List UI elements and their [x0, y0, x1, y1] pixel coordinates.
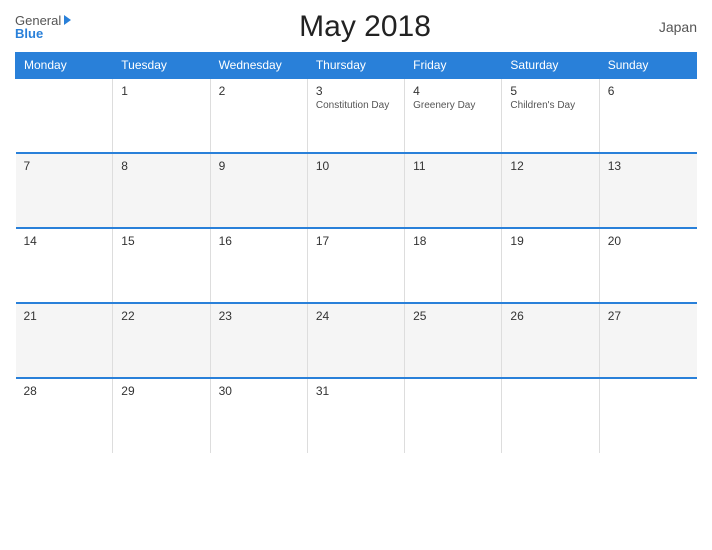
day-number: 21 [24, 309, 105, 323]
calendar-cell: 2 [210, 78, 307, 153]
calendar-cell: 19 [502, 228, 599, 303]
day-number: 6 [608, 84, 689, 98]
day-number: 3 [316, 84, 396, 98]
calendar-cell: 16 [210, 228, 307, 303]
calendar-cell [502, 378, 599, 453]
day-number: 31 [316, 384, 396, 398]
calendar-cell: 11 [405, 153, 502, 228]
calendar-table: MondayTuesdayWednesdayThursdayFridaySatu… [15, 52, 697, 453]
day-number: 29 [121, 384, 201, 398]
calendar-cell [599, 378, 696, 453]
day-number: 8 [121, 159, 201, 173]
day-number: 16 [219, 234, 299, 248]
logo: General Blue [15, 14, 71, 40]
holiday-label: Constitution Day [316, 100, 396, 111]
calendar-week-row: 21 22 23 24 25 26 27 [16, 303, 697, 378]
holiday-label: Children's Day [510, 100, 590, 111]
calendar-cell: 31 [307, 378, 404, 453]
calendar-week-row: 14 15 16 17 18 19 20 [16, 228, 697, 303]
calendar-cell: 15 [113, 228, 210, 303]
calendar-week-row: 7 8 9 10 11 12 13 [16, 153, 697, 228]
calendar-cell: 1 [113, 78, 210, 153]
day-number: 11 [413, 159, 493, 173]
day-number: 1 [121, 84, 201, 98]
calendar-cell: 22 [113, 303, 210, 378]
logo-triangle-icon [64, 15, 71, 25]
calendar-cell: 8 [113, 153, 210, 228]
day-number: 2 [219, 84, 299, 98]
day-number: 14 [24, 234, 105, 248]
day-number: 19 [510, 234, 590, 248]
calendar-cell: 27 [599, 303, 696, 378]
day-number: 27 [608, 309, 689, 323]
calendar-cell: 23 [210, 303, 307, 378]
calendar-cell: 30 [210, 378, 307, 453]
calendar-cell: 9 [210, 153, 307, 228]
calendar-body: 123Constitution Day4Greenery Day5Childre… [16, 78, 697, 453]
day-number: 17 [316, 234, 396, 248]
country-label: Japan [659, 19, 697, 35]
holiday-label: Greenery Day [413, 100, 493, 111]
day-number: 23 [219, 309, 299, 323]
day-of-week-header: Friday [405, 53, 502, 79]
day-number: 15 [121, 234, 201, 248]
day-number: 26 [510, 309, 590, 323]
calendar-cell [405, 378, 502, 453]
calendar-cell: 3 Constitution Day [307, 78, 404, 153]
logo-blue-text: Blue [15, 27, 43, 40]
calendar-cell: 13 [599, 153, 696, 228]
calendar-cell: 4 Greenery Day [405, 78, 502, 153]
day-number: 28 [24, 384, 105, 398]
day-number: 9 [219, 159, 299, 173]
calendar-cell: 25 [405, 303, 502, 378]
page-header: General Blue May 2018 Japan [15, 10, 697, 44]
calendar-cell: 21 [16, 303, 113, 378]
calendar-cell: 12 [502, 153, 599, 228]
day-number: 10 [316, 159, 396, 173]
calendar-cell: 17 [307, 228, 404, 303]
calendar-cell: 7 [16, 153, 113, 228]
calendar-cell: 29 [113, 378, 210, 453]
calendar-cell: 28 [16, 378, 113, 453]
day-number: 22 [121, 309, 201, 323]
day-number: 18 [413, 234, 493, 248]
day-of-week-header: Sunday [599, 53, 696, 79]
day-number: 5 [510, 84, 590, 98]
calendar-cell: 26 [502, 303, 599, 378]
day-number: 25 [413, 309, 493, 323]
days-of-week-row: MondayTuesdayWednesdayThursdayFridaySatu… [16, 53, 697, 79]
calendar-cell: 14 [16, 228, 113, 303]
calendar-week-row: 28 29 30 31 [16, 378, 697, 453]
calendar-cell: 20 [599, 228, 696, 303]
day-of-week-header: Wednesday [210, 53, 307, 79]
day-of-week-header: Saturday [502, 53, 599, 79]
day-of-week-header: Tuesday [113, 53, 210, 79]
calendar-cell: 5 Children's Day [502, 78, 599, 153]
day-number: 12 [510, 159, 590, 173]
day-number: 7 [24, 159, 105, 173]
calendar-header: MondayTuesdayWednesdayThursdayFridaySatu… [16, 53, 697, 79]
day-number: 24 [316, 309, 396, 323]
day-number: 30 [219, 384, 299, 398]
calendar-cell: 10 [307, 153, 404, 228]
day-number: 20 [608, 234, 689, 248]
day-number: 4 [413, 84, 493, 98]
calendar-cell: 6 [599, 78, 696, 153]
calendar-title: May 2018 [299, 10, 431, 44]
calendar-cell [16, 78, 113, 153]
calendar-cell: 24 [307, 303, 404, 378]
day-of-week-header: Thursday [307, 53, 404, 79]
calendar-cell: 18 [405, 228, 502, 303]
calendar-week-row: 1 2 3 Constitution Day 4 Greenery Day 5 Childre… [16, 78, 697, 153]
day-of-week-header: Monday [16, 53, 113, 79]
day-number: 13 [608, 159, 689, 173]
